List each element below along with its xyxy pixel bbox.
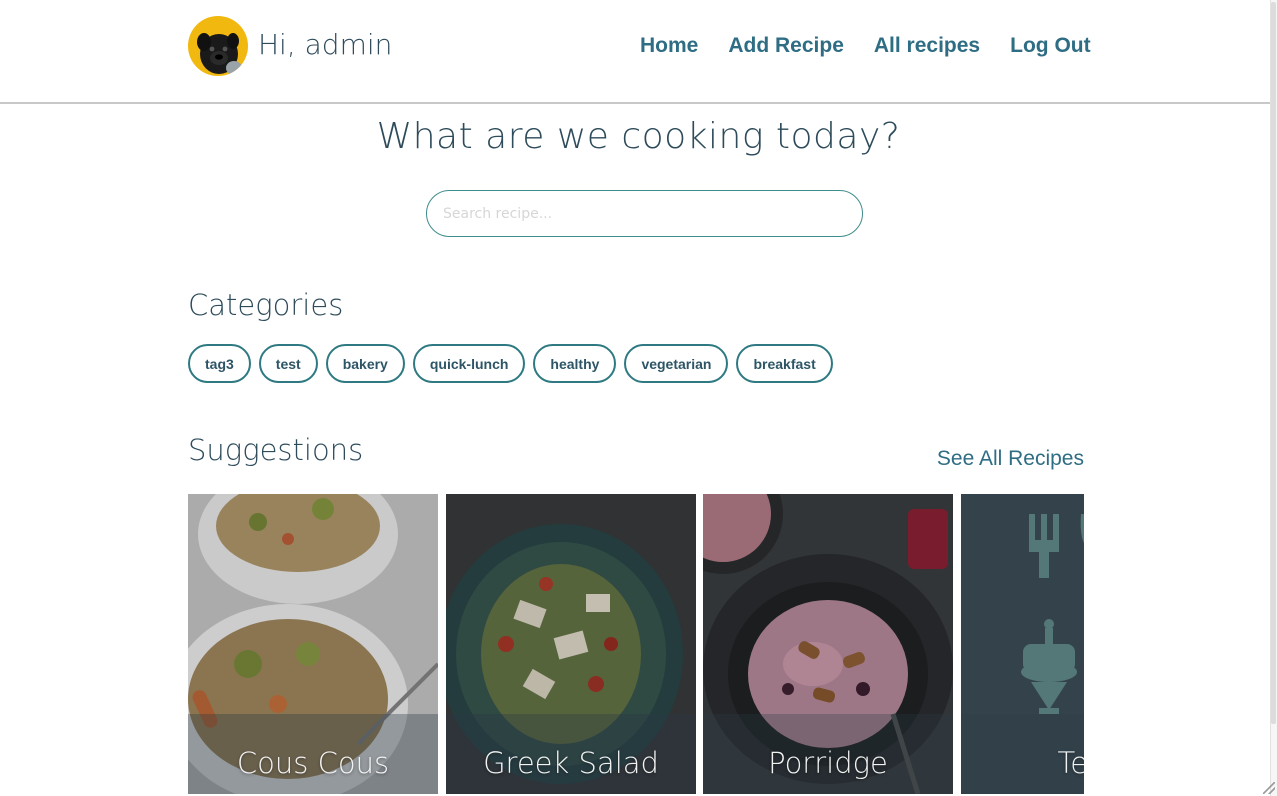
see-all-recipes-link[interactable]: See All Recipes [937, 447, 1084, 471]
suggestions-heading: Suggestions [188, 433, 364, 467]
main-nav: Home Add Recipe All recipes Log Out [640, 34, 1091, 58]
suggestion-cards: Cous Cous Greek Salad Porridge Te [188, 494, 1084, 794]
greeting-text: Hi, admin [258, 28, 393, 61]
recipe-card[interactable]: Greek Salad [446, 494, 696, 794]
nav-all-recipes-link[interactable]: All recipes [874, 34, 980, 58]
pug-avatar-icon[interactable] [188, 16, 248, 76]
category-tag[interactable]: quick-lunch [412, 344, 526, 383]
recipe-card[interactable]: Cous Cous [188, 494, 438, 794]
resize-grip-icon[interactable] [1263, 782, 1275, 794]
recipe-card-title: Porridge [768, 746, 888, 780]
nav-home-link[interactable]: Home [640, 34, 698, 58]
category-tag[interactable]: vegetarian [624, 344, 729, 383]
search-input[interactable] [426, 190, 863, 237]
category-tag[interactable]: healthy [533, 344, 617, 383]
recipe-card-title: Cous Cous [236, 746, 390, 780]
category-tag[interactable]: bakery [325, 344, 405, 383]
top-header: Hi, admin Home Add Recipe All recipes Lo… [0, 0, 1272, 104]
recipe-card[interactable]: Porridge [703, 494, 953, 794]
recipe-card-title: Greek Salad [483, 746, 659, 780]
categories-heading: Categories [188, 288, 344, 322]
scrollbar-thumb[interactable] [1271, 2, 1276, 724]
nav-add-recipe-link[interactable]: Add Recipe [728, 34, 844, 58]
page-title: What are we cooking today? [376, 116, 901, 157]
category-tag[interactable]: test [258, 344, 318, 383]
recipe-card-title: Test [1057, 746, 1084, 780]
nav-logout-link[interactable]: Log Out [1010, 34, 1090, 58]
category-tag[interactable]: breakfast [736, 344, 833, 383]
category-tags: tag3 test bakery quick-lunch healthy veg… [188, 344, 833, 383]
recipe-card[interactable]: Test [961, 494, 1084, 794]
category-tag[interactable]: tag3 [188, 344, 251, 383]
